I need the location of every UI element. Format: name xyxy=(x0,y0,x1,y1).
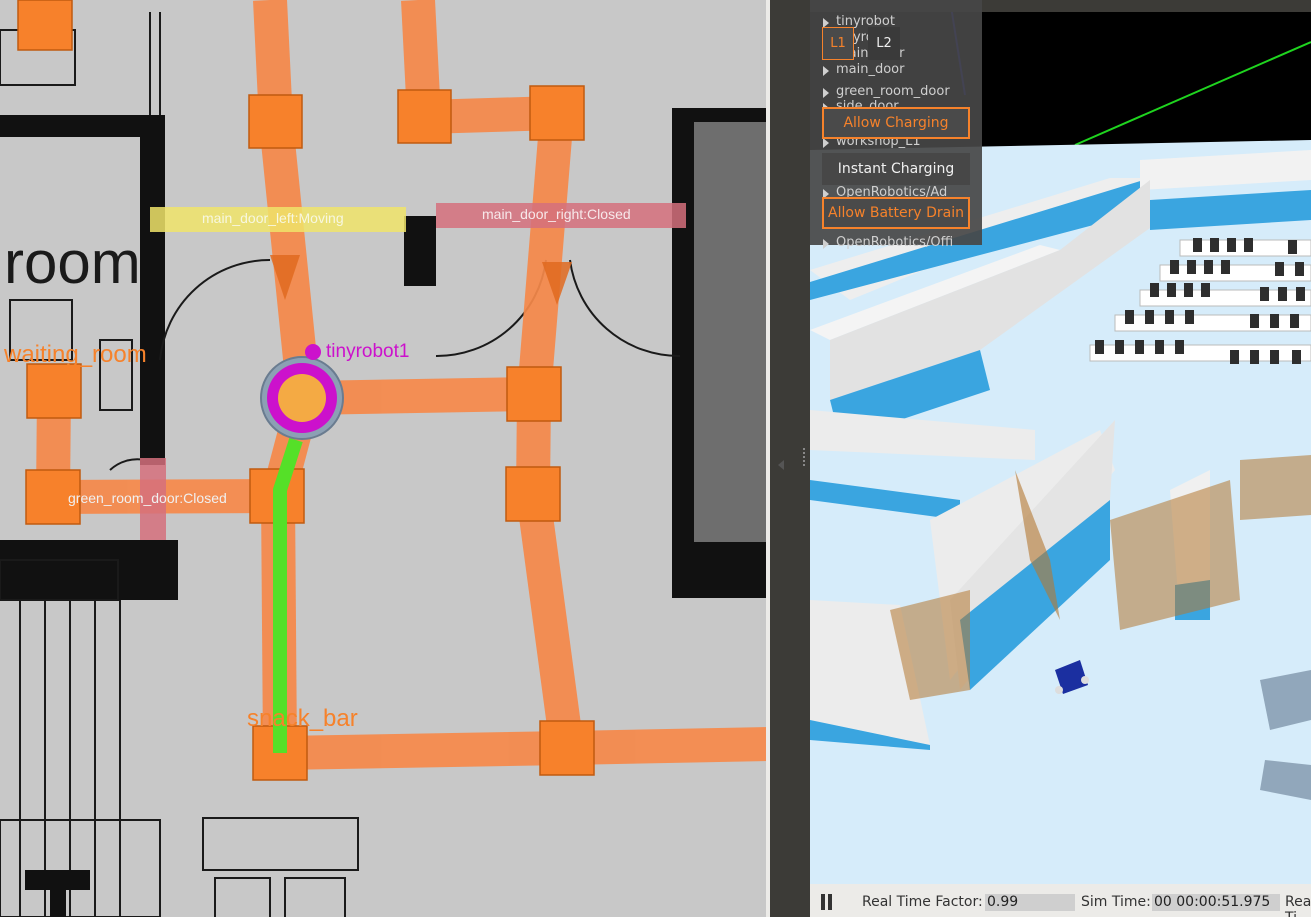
lane xyxy=(566,727,770,765)
sim-time-value: 00 00:00:51.975 xyxy=(1152,894,1280,911)
waypoint[interactable] xyxy=(539,720,595,776)
map-view[interactable]: room waiting_room snack_bar main_door_le… xyxy=(0,0,770,917)
lane xyxy=(279,731,568,770)
robot-name-label: tinyrobot1 xyxy=(326,341,409,362)
waypoint[interactable] xyxy=(17,0,73,51)
sim-time-label: Sim Time: xyxy=(1081,894,1151,910)
rtf-value: 0.99 xyxy=(985,894,1075,911)
waypoint[interactable] xyxy=(248,94,303,149)
waypoint[interactable] xyxy=(26,363,82,419)
gazebo-view[interactable]: tinyrobot tinyrobot main_door main_door … xyxy=(810,0,1311,917)
allow-battery-drain-button[interactable]: Allow Battery Drain xyxy=(822,197,970,229)
tree-item[interactable]: green_room_door xyxy=(823,84,950,99)
pause-icon[interactable] xyxy=(820,894,834,910)
tree-item[interactable]: OpenRobotics/Offi xyxy=(822,235,953,250)
splitter-grip-icon[interactable] xyxy=(803,448,807,466)
floorplan-canvas[interactable]: room waiting_room snack_bar main_door_le… xyxy=(0,0,770,917)
floorplan-table-leg xyxy=(50,870,66,917)
waypoint[interactable] xyxy=(505,466,561,522)
door-label-main-left: main_door_left:Moving xyxy=(202,210,344,226)
instant-charging-button[interactable]: Instant Charging xyxy=(822,153,970,185)
rtf-label: Real Time Factor: xyxy=(862,894,983,910)
waypoint[interactable] xyxy=(506,366,562,422)
waypoint-label-snack-bar: snack_bar xyxy=(247,705,358,732)
level-button-l1[interactable]: L1 xyxy=(822,27,854,60)
level-button-l2[interactable]: L2 xyxy=(868,27,900,60)
waypoint-label-waiting-room: waiting_room xyxy=(3,341,147,368)
floorplan-room-text: room xyxy=(4,229,141,296)
door-label-main-right: main_door_right:Closed xyxy=(482,206,631,222)
tree-item[interactable]: main_door xyxy=(823,62,905,77)
dark-panel xyxy=(694,122,770,542)
lane xyxy=(517,111,574,396)
robot-heading-dot xyxy=(305,344,321,360)
waypoint[interactable] xyxy=(397,89,452,144)
floorplan-furniture xyxy=(0,12,681,917)
collapse-arrow-icon[interactable] xyxy=(778,460,784,470)
door-label-green-room: green_room_door:Closed xyxy=(68,490,227,506)
gazebo-statusbar: Real Time Factor: 0.99 Sim Time: 00 00:0… xyxy=(810,884,1311,917)
robot-center xyxy=(278,374,326,422)
lane xyxy=(516,491,584,751)
real-time-label: Real Ti xyxy=(1285,894,1311,917)
allow-charging-button[interactable]: Allow Charging xyxy=(822,107,970,139)
waypoint[interactable] xyxy=(529,85,585,141)
